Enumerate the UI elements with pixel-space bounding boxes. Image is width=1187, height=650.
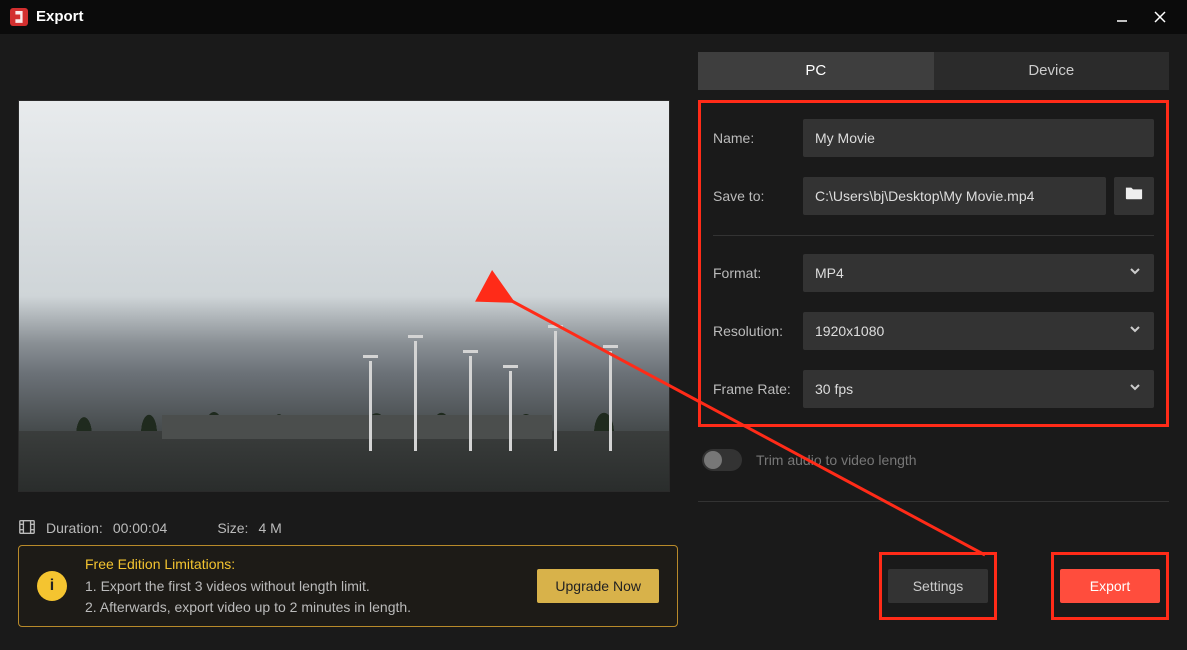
export-button[interactable]: Export bbox=[1060, 569, 1160, 603]
browse-button[interactable] bbox=[1114, 177, 1154, 215]
preview-meta: Duration: 00:00:04 Size: 4 M bbox=[18, 518, 678, 539]
upgrade-now-button[interactable]: Upgrade Now bbox=[537, 569, 659, 603]
trim-audio-label: Trim audio to video length bbox=[756, 452, 917, 468]
chevron-down-icon bbox=[1128, 380, 1142, 397]
framerate-select[interactable]: 30 fps bbox=[803, 370, 1154, 408]
save-to-label: Save to: bbox=[713, 188, 803, 204]
duration-value: 00:00:04 bbox=[113, 520, 168, 536]
duration-label: Duration: bbox=[46, 520, 103, 536]
name-label: Name: bbox=[713, 130, 803, 146]
settings-button[interactable]: Settings bbox=[888, 569, 988, 603]
output-tabs: PC Device bbox=[698, 52, 1169, 90]
export-button-highlight: Export bbox=[1051, 552, 1169, 620]
trim-audio-toggle[interactable] bbox=[702, 449, 742, 471]
settings-button-highlight: Settings bbox=[879, 552, 997, 620]
format-select[interactable]: MP4 bbox=[803, 254, 1154, 292]
chevron-down-icon bbox=[1128, 322, 1142, 339]
export-settings-form: Name: My Movie Save to: C:\Users\bj\Desk… bbox=[698, 100, 1169, 427]
free-edition-limitations: i Free Edition Limitations: 1. Export th… bbox=[18, 545, 678, 627]
export-window: Export Duration: bbox=[0, 0, 1187, 650]
name-input[interactable]: My Movie bbox=[803, 119, 1154, 157]
tab-pc[interactable]: PC bbox=[698, 52, 934, 90]
size-value: 4 M bbox=[258, 520, 281, 536]
limitations-line-2: 2. Afterwards, export video up to 2 minu… bbox=[85, 597, 519, 619]
window-title: Export bbox=[36, 8, 84, 25]
save-to-input[interactable]: C:\Users\bj\Desktop\My Movie.mp4 bbox=[803, 177, 1106, 215]
chevron-down-icon bbox=[1128, 264, 1142, 281]
folder-icon bbox=[1125, 185, 1143, 206]
limitations-title: Free Edition Limitations: bbox=[85, 554, 519, 576]
film-icon bbox=[18, 518, 36, 539]
size-label: Size: bbox=[217, 520, 248, 536]
warning-icon: i bbox=[37, 571, 67, 601]
limitations-line-1: 1. Export the first 3 videos without len… bbox=[85, 576, 519, 598]
tab-device[interactable]: Device bbox=[934, 52, 1170, 90]
resolution-select[interactable]: 1920x1080 bbox=[803, 312, 1154, 350]
video-preview bbox=[18, 100, 670, 492]
resolution-label: Resolution: bbox=[713, 323, 803, 339]
titlebar: Export bbox=[0, 0, 1187, 34]
close-button[interactable] bbox=[1141, 2, 1179, 32]
app-icon bbox=[10, 8, 28, 26]
framerate-label: Frame Rate: bbox=[713, 381, 803, 397]
minimize-button[interactable] bbox=[1103, 2, 1141, 32]
format-label: Format: bbox=[713, 265, 803, 281]
